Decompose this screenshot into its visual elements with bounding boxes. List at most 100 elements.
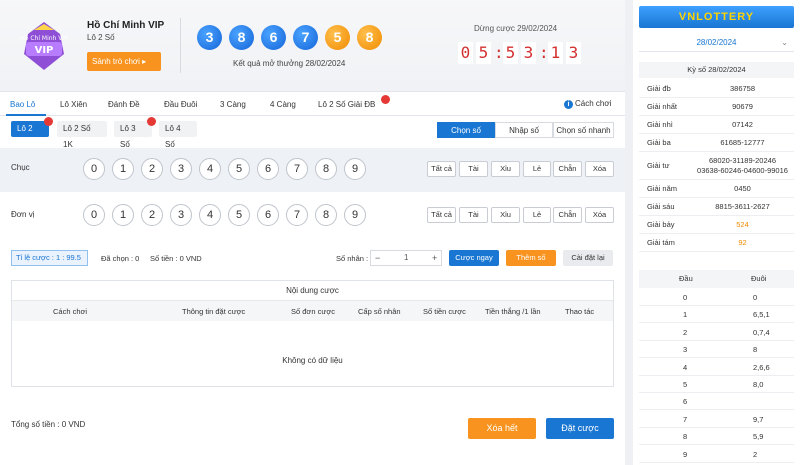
tab-3[interactable]: Đầu Đuôi [164,100,197,109]
number-ball[interactable]: 1 [112,204,134,226]
subtype-tab[interactable]: Lô 4 Số [159,121,197,149]
number-ball[interactable]: 8 [315,204,337,226]
number-ball[interactable]: 8 [315,158,337,180]
prize-value: 90679 [732,102,753,111]
quick-select-button[interactable]: Lẻ [523,161,551,177]
countdown-digit: : [494,43,504,62]
countdown-digit: 1 [548,42,563,64]
prize-row: Giải năm 0450 [639,180,794,198]
number-ball[interactable]: 0 [83,204,105,226]
how-to-play-label: Cách chơi [575,99,612,108]
head-digit: 6 [683,397,688,407]
divider [180,18,181,73]
number-ball[interactable]: 4 [199,158,221,180]
mode-tab[interactable]: Chọn số [437,122,495,138]
countdown-digit: 3 [521,42,536,64]
betting-panel: Hồ Chí Minh VIP VIP Hồ Chí Minh VIP Lô 2… [0,0,625,465]
tab-2[interactable]: Đánh Đề [108,100,140,109]
how-to-play-link[interactable]: i Cách chơi [564,99,611,109]
number-ball[interactable]: 3 [170,204,192,226]
clear-all-button[interactable]: Xóa hết [468,418,536,439]
number-ball[interactable]: 2 [141,204,163,226]
quick-select-button[interactable]: Xỉu [491,161,520,177]
result-ball: 8 [357,25,382,50]
subtype-tab[interactable]: Lô 2 Số 1K [57,121,107,149]
place-bet-button[interactable]: Đặt cược [546,418,614,439]
prize-row: Giải nhì 07142 [639,116,794,134]
subtype-tab[interactable]: Lô 2 Số [11,121,49,149]
subtype-tab[interactable]: Lô 3 Số [114,121,152,149]
game-name: Hồ Chí Minh VIP [87,20,165,31]
quick-select-button[interactable]: Chẵn [553,161,582,177]
head-tail-row: 2 0,7,4 [639,324,794,341]
mode-tab[interactable]: Nhập số [495,122,553,138]
game-subtitle: Lô 2 Số [87,33,115,42]
quick-select-button[interactable]: Xóa [585,161,614,177]
number-ball[interactable]: 1 [112,158,134,180]
head-digit: 2 [683,327,688,337]
number-ball[interactable]: 0 [83,158,105,180]
number-ball[interactable]: 2 [141,158,163,180]
number-ball[interactable]: 5 [228,158,250,180]
selected-count: Đã chọn : 0 [101,254,140,263]
result-date: Kết quả mở thưởng 28/02/2024 [233,59,346,68]
add-number-button[interactable]: Thêm số [506,250,556,266]
table-header: Cách chơi Thông tin đặt cược Số đơn cược Cấ… [12,301,613,321]
number-ball[interactable]: 6 [257,204,279,226]
result-ball: 6 [261,25,286,50]
prize-label: Giải bảy [647,220,675,229]
head-digit: 1 [683,310,688,320]
bet-now-button[interactable]: Cược ngay [449,250,499,266]
column-header: Cấp số nhân [358,307,401,316]
prize-label: Giải nhì [647,120,673,129]
mode-tab[interactable]: Chọn số nhanh [553,122,614,138]
quick-select-button[interactable]: Tất cả [427,207,456,223]
number-ball[interactable]: 7 [286,204,308,226]
head-tail-row: 00 [639,289,794,306]
quick-select-button[interactable]: Xóa [585,207,614,223]
countdown-digit: 5 [503,42,518,64]
tail-digits: 8,0 [753,380,764,389]
tab-5[interactable]: 4 Càng [270,100,296,109]
tab-6[interactable]: Lô 2 Số Giải ĐB [318,100,375,109]
number-ball[interactable]: 5 [228,204,250,226]
date-select[interactable]: 28/02/2024 ⌄ [639,34,794,52]
quick-select-button[interactable]: Lẻ [523,207,551,223]
quick-select-button[interactable]: Tài [459,207,488,223]
multiplier-value[interactable]: 1 [404,251,408,265]
head-col-label: Đầu [679,274,693,283]
logo-text: Hồ Chí Minh VIP [20,34,68,42]
head-digit: 5 [683,380,688,389]
lobby-button[interactable]: Sảnh trò chơi ▸ [87,52,161,71]
tab-0[interactable]: Bao Lô [10,100,35,109]
minus-icon[interactable]: − [375,251,380,265]
result-ball: 5 [325,25,350,50]
quick-select-button[interactable]: Tất cả [427,161,456,177]
number-ball[interactable]: 7 [286,158,308,180]
column-header: Số đơn cược [291,307,336,316]
number-ball[interactable]: 6 [257,158,279,180]
prize-label: Giải sáu [647,202,675,211]
multiplier-stepper[interactable]: − 1 + [370,250,442,266]
tab-4[interactable]: 3 Càng [220,100,246,109]
quick-select-button[interactable]: Xỉu [491,207,520,223]
odds-label: Tỉ lệ cược : 1 : 99.5 [11,250,88,266]
quick-select-button[interactable]: Tài [459,161,488,177]
quick-select-button[interactable]: Chẵn [553,207,582,223]
plus-icon[interactable]: + [432,251,437,265]
row-label: Đơn vị [11,210,35,219]
prize-label: Giải nhất [647,102,678,111]
number-ball[interactable]: 3 [170,158,192,180]
head-tail-row: 92 [639,446,794,463]
bet-type-tabs: Bao Lô Lô Xiên Đánh Đề Đầu Đuôi 3 Càng 4 Càng… [0,94,625,116]
prize-label: Giải tư [647,161,670,170]
total-amount: Tổng số tiền : 0 VND [11,420,86,429]
prize-label: Giải đb [647,84,671,93]
result-ball: 8 [229,25,254,50]
number-ball[interactable]: 4 [199,204,221,226]
number-ball[interactable]: 9 [344,158,366,180]
number-ball[interactable]: 9 [344,204,366,226]
reset-button[interactable]: Cài đặt lại [563,250,613,266]
tab-1[interactable]: Lô Xiên [60,100,87,109]
result-balls: 386758 [197,25,382,50]
